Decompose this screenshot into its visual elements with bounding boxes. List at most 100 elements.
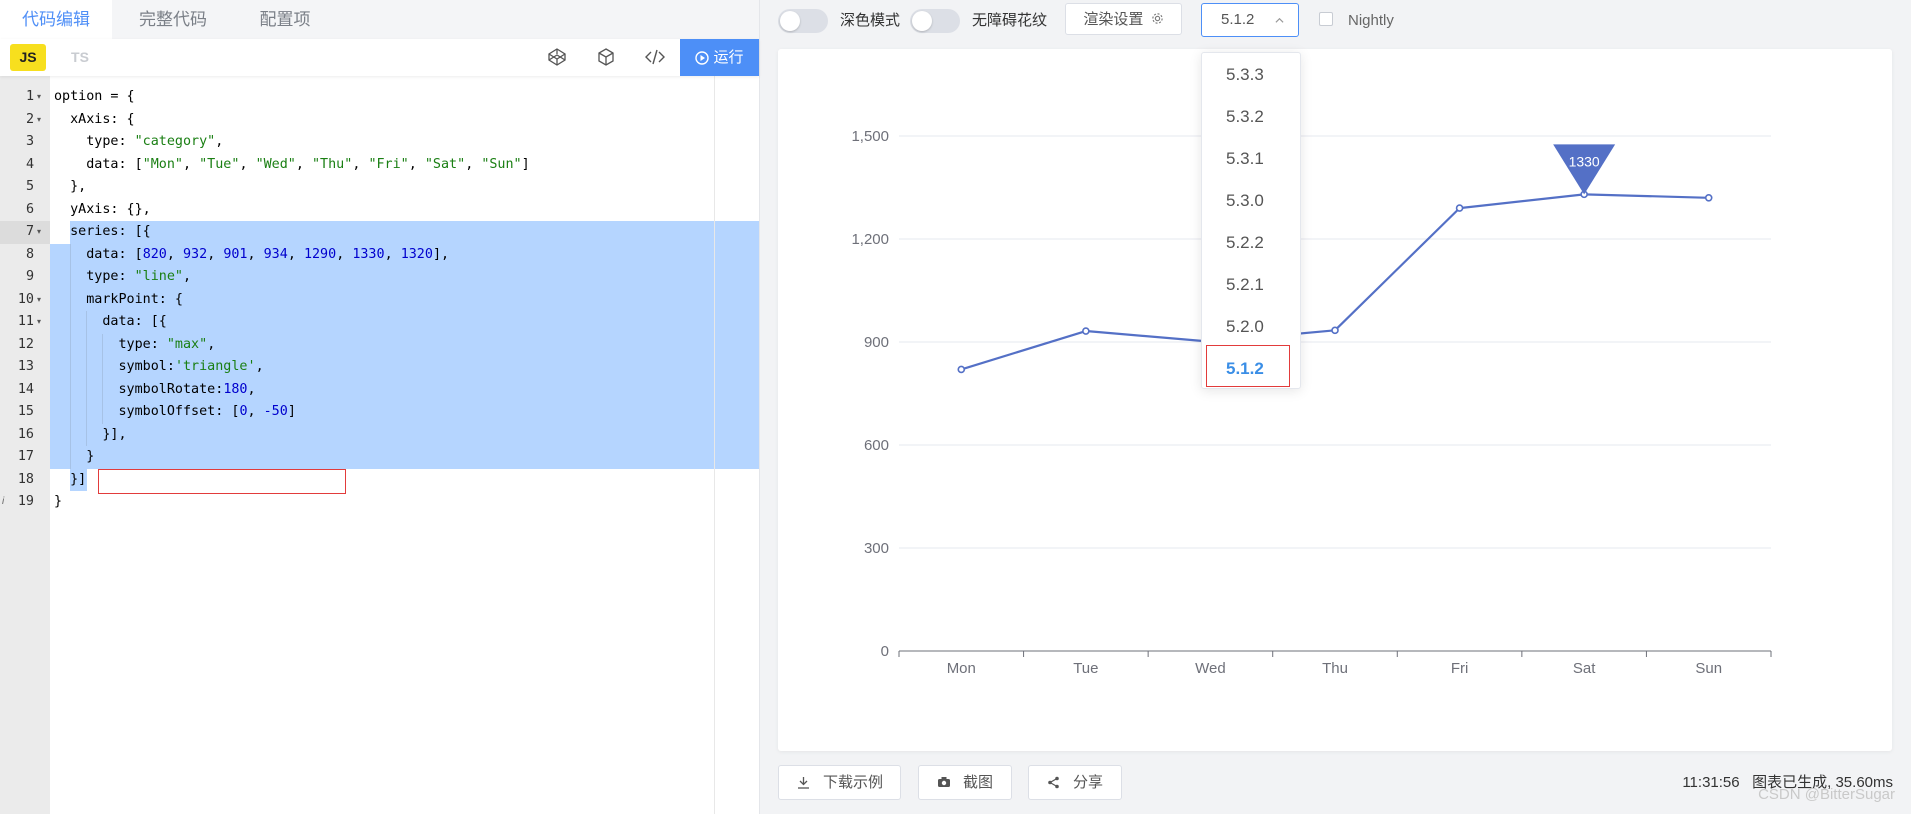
line-number: 16 — [17, 426, 34, 442]
code-line: } — [50, 491, 759, 514]
code-text: type: "max", — [54, 336, 216, 352]
code-editor[interactable]: option = { xAxis: { type: "category", da… — [50, 76, 759, 814]
render-settings-button[interactable]: 渲染设置 — [1065, 3, 1182, 35]
fold-toggle-icon[interactable]: ▾ — [37, 289, 45, 312]
preview-topbar: 深色模式 无障碍花纹 渲染设置 5.1.2 Nightly — [760, 0, 1911, 40]
lang-ts-toggle[interactable]: TS — [60, 44, 100, 71]
code-line: } — [50, 446, 759, 469]
code-text: series: [{ — [54, 224, 151, 239]
fold-toggle-icon[interactable]: ▾ — [37, 221, 45, 244]
version-option[interactable]: 5.3.0 — [1202, 180, 1300, 222]
code-format-icon[interactable] — [645, 48, 665, 68]
download-icon — [798, 777, 809, 789]
tab-config[interactable]: 配置项 — [234, 0, 336, 39]
download-example-label: 下载示例 — [823, 774, 884, 791]
screenshot-label: 截图 — [963, 774, 994, 791]
version-option[interactable]: 5.3.1 — [1202, 138, 1300, 180]
code-text: } — [54, 449, 95, 464]
code-text: data: [820, 932, 901, 934, 1290, 1330, 1… — [54, 246, 450, 262]
play-circle-icon — [695, 51, 710, 65]
screenshot-button[interactable]: 截图 — [918, 765, 1012, 800]
line-number: 3 — [25, 134, 34, 149]
x-tick-label: Thu — [1322, 660, 1348, 677]
code-text: type: "category", — [54, 134, 224, 149]
editor-pane: 代码编辑 完整代码 配置项 JS TS 运行 1 ▾ 2 ▾ 3 4 5 6 7 ▾ 8 9 10 ▾ 11… — [0, 0, 760, 814]
codesandbox-icon[interactable] — [597, 48, 617, 68]
y-tick-label: 1,500 — [851, 128, 889, 145]
line-chart: 0 300 600 900 1,200 1,500 Mon Tue Wed Thu Fri Sat Su… — [851, 128, 1772, 677]
code-text: symbolRotate:180, — [54, 381, 256, 397]
x-tick-label: Sat — [1573, 660, 1596, 677]
code-line: type: "line", — [50, 266, 759, 289]
fold-toggle-icon[interactable]: ▾ — [37, 311, 45, 334]
data-point — [957, 365, 966, 374]
dark-mode-label: 深色模式 — [840, 12, 901, 29]
code-line: type: "max", — [50, 334, 759, 357]
code-line: }], — [50, 424, 759, 447]
line-number: 15 — [17, 404, 34, 419]
markpoint-label: 1330 — [1569, 153, 1600, 169]
code-text: }, — [54, 179, 87, 194]
data-point — [1455, 204, 1464, 212]
share-button[interactable]: 分享 — [1028, 765, 1122, 800]
preview-bottom-bar: 下载示例 截图 分享 11:31:56 图表已生成, 35.60ms CSDN … — [760, 760, 1911, 814]
nightly-checkbox[interactable] — [1319, 12, 1333, 26]
editor-tabs: 代码编辑 完整代码 配置项 — [0, 0, 759, 40]
x-tick-label: Tue — [1073, 660, 1098, 677]
dark-mode-switch[interactable] — [778, 9, 828, 33]
version-dropdown: 5.3.3 5.3.2 5.3.1 5.3.0 5.2.2 5.2.1 5.2.0 5.1.2 — [1201, 52, 1301, 389]
version-select-value: 5.1.2 — [1221, 11, 1255, 28]
selected-highlight-box — [1206, 345, 1290, 387]
code-line: option = { — [50, 86, 759, 109]
gear-icon — [1151, 13, 1163, 24]
fold-toggle-icon[interactable]: ▾ — [37, 109, 45, 132]
code-line: data: ["Mon", "Tue", "Wed", "Thu", "Fri"… — [50, 154, 759, 177]
code-text: xAxis: { — [54, 111, 135, 127]
run-button[interactable]: 运行 — [680, 39, 759, 76]
data-point — [1704, 194, 1713, 202]
nightly-label: Nightly — [1348, 12, 1394, 29]
code-line: symbol:'triangle', — [50, 356, 759, 379]
code-text: symbol:'triangle', — [54, 359, 264, 374]
code-text: type: "line", — [54, 269, 192, 284]
code-text: }] — [54, 471, 87, 487]
version-option[interactable]: 5.3.2 — [1202, 96, 1300, 138]
version-option[interactable]: 5.2.0 — [1202, 306, 1300, 348]
version-option[interactable]: 5.3.3 — [1202, 54, 1300, 96]
lang-js-toggle[interactable]: JS — [10, 44, 46, 71]
chart-card: 0 300 600 900 1,200 1,500 Mon Tue Wed Thu Fri Sat Su… — [778, 49, 1892, 751]
version-option[interactable]: 5.2.1 — [1202, 264, 1300, 306]
editor-toolbar: JS TS 运行 — [0, 39, 759, 76]
generation-time: 11:31:56 — [1682, 774, 1740, 791]
version-option[interactable]: 5.2.2 — [1202, 222, 1300, 264]
line-number-gutter: 1 ▾ 2 ▾ 3 4 5 6 7 ▾ 8 9 10 ▾ 11 ▾ 12 13 14 15 16 17 18 19 i — [0, 76, 50, 814]
series-line — [960, 193, 1709, 371]
download-example-button[interactable]: 下载示例 — [778, 765, 901, 800]
a11y-pattern-switch[interactable] — [910, 9, 960, 33]
y-tick-label: 300 — [864, 540, 889, 557]
code-line: xAxis: { — [50, 109, 759, 132]
code-line: data: [820, 932, 901, 934, 1290, 1330, 1… — [50, 244, 759, 267]
code-text: markPoint: { — [54, 291, 183, 307]
data-point — [1082, 327, 1090, 335]
code-line: yAxis: {}, — [50, 199, 759, 222]
tab-code-edit[interactable]: 代码编辑 — [0, 0, 112, 40]
print-margin — [714, 76, 715, 814]
codepen-icon[interactable] — [548, 48, 568, 68]
code-text: symbolOffset: [0, -50] — [54, 404, 296, 419]
data-point — [1331, 326, 1339, 335]
share-icon — [1048, 776, 1059, 789]
camera-icon — [938, 777, 950, 787]
code-text: data: [{ — [54, 314, 167, 329]
line-number: 6 — [25, 201, 34, 217]
code-line: markPoint: { — [50, 289, 759, 312]
tab-full-code[interactable]: 完整代码 — [112, 0, 234, 39]
line-number: 5 — [25, 179, 34, 194]
info-annotation-icon: i — [2, 496, 5, 507]
line-number: 10 — [17, 291, 34, 307]
fold-toggle-icon[interactable]: ▾ — [37, 86, 45, 109]
y-tick-label: 600 — [864, 437, 889, 454]
line-number: 14 — [17, 381, 34, 397]
chevron-up-icon — [1275, 17, 1284, 23]
version-select[interactable]: 5.1.2 — [1201, 3, 1299, 37]
